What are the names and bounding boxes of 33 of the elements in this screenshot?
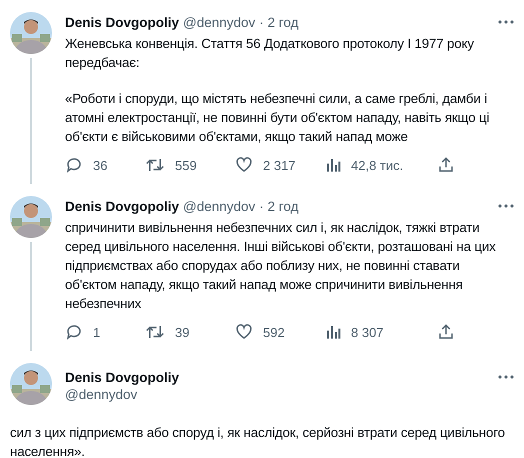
action-count: 8 307 [351,324,384,340]
bar-chart-icon[interactable] [325,324,341,340]
author-name[interactable]: Denis Dovgopoliy [65,370,180,384]
bar-chart-icon[interactable] [325,157,341,173]
more-icon[interactable] [498,204,514,208]
action-count: 1 [93,324,100,340]
action-count: 42,8 тис. [351,158,404,172]
action-count: 39 [175,324,190,340]
tweet-text: спричинити вивільнення небезпечних сил і, як наслідок, тяжкі втрати серед цивільного населення. Інші військові об'єкти, розташовані на цих підприємствах або спорудах або поблизу них, не повинні ставати об'єктом нападу, якщо такий напад може спричинити вивільнення небезпечних [65,219,497,313]
tweet-text: «Роботи і споруди, що містять небезпечні сили, а саме греблі, дамби і атомні електростанції, не повинні бути об'єктом нападу, навіть якщо ці об'єкти є військовими об'єктами, якщо такий напад може [65,90,490,146]
reply-icon[interactable] [65,323,83,341]
heart-icon[interactable] [235,323,253,341]
retweet-icon[interactable] [145,156,165,174]
share-icon[interactable] [437,156,455,174]
author-name[interactable]: Denis Dovgopoliy [65,198,180,214]
action-count: 559 [175,158,197,172]
author-name[interactable]: Denis Dovgopoliy [65,14,180,30]
tweet-time[interactable]: · 2 год [259,198,299,214]
share-icon[interactable] [437,323,455,341]
more-icon[interactable] [498,375,514,379]
heart-icon[interactable] [235,156,253,174]
tweet-text: Женевська конвенція. Стаття 56 Додаткового протоколу I 1977 року передбачає: [65,35,475,72]
tweet-time[interactable]: · 2 год [259,14,299,30]
tweet-text: сил з цих підприємств або споруд і, як наслідок, серйозні втрати серед цивільного населення». [10,424,506,458]
author-handle[interactable]: @dennydov [183,14,256,30]
action-count: 592 [263,324,285,340]
action-count: 2 317 [263,158,296,172]
author-handle[interactable]: @dennydov [65,387,514,402]
more-icon[interactable] [498,20,514,24]
action-count: 36 [93,158,108,172]
reply-icon[interactable] [65,156,83,174]
author-handle[interactable]: @dennydov [183,198,256,214]
retweet-icon[interactable] [145,323,165,341]
